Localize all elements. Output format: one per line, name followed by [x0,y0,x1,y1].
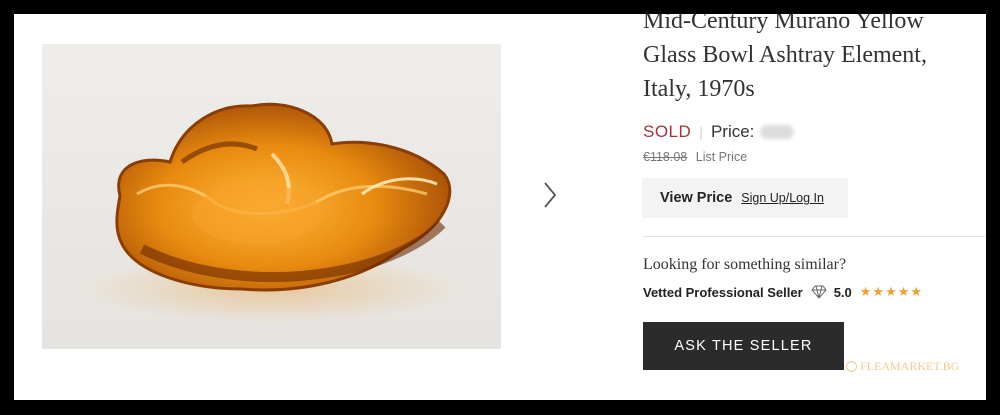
vetted-seller-label: Vetted Professional Seller [643,284,803,300]
ask-the-seller-button[interactable]: ASK THE SELLER [643,322,844,370]
next-image-button[interactable] [536,178,564,212]
amber-glass-bowl-image [82,102,462,324]
hidden-price-blur [760,125,795,139]
product-photo[interactable] [42,44,501,349]
seller-info-row: Vetted Professional Seller 5.0 ★★★★★ [643,284,923,300]
sold-badge: SOLD [643,122,692,141]
looking-similar-text: Looking for something similar? [643,256,847,273]
page-frame: Mid-Century Murano Yellow Glass Bowl Ash… [14,14,986,400]
price-row: SOLD | Price: [643,122,795,142]
view-price-label: View Price [660,190,733,206]
watermark-text: FLEAMARKET.BG [860,359,960,373]
signup-login-link[interactable]: Sign Up/Log In [741,191,824,205]
watermark: FLEAMARKET.BG [846,359,959,374]
seller-rating: 5.0 [833,284,852,300]
price-label: Price: [710,122,755,141]
diamond-icon [811,285,827,299]
price-separator: | [699,124,703,140]
divider [643,236,986,237]
chevron-right-icon [544,182,557,208]
rating-stars: ★★★★★ [859,284,924,299]
list-price-old: €118.08 [643,150,688,164]
list-price-label: List Price [695,150,748,164]
view-price-box: View Price Sign Up/Log In [642,178,848,218]
watermark-logo-icon [846,361,857,372]
list-price-row: €118.08 List Price [643,150,747,164]
product-title: Mid-Century Murano Yellow Glass Bowl Ash… [643,14,927,102]
